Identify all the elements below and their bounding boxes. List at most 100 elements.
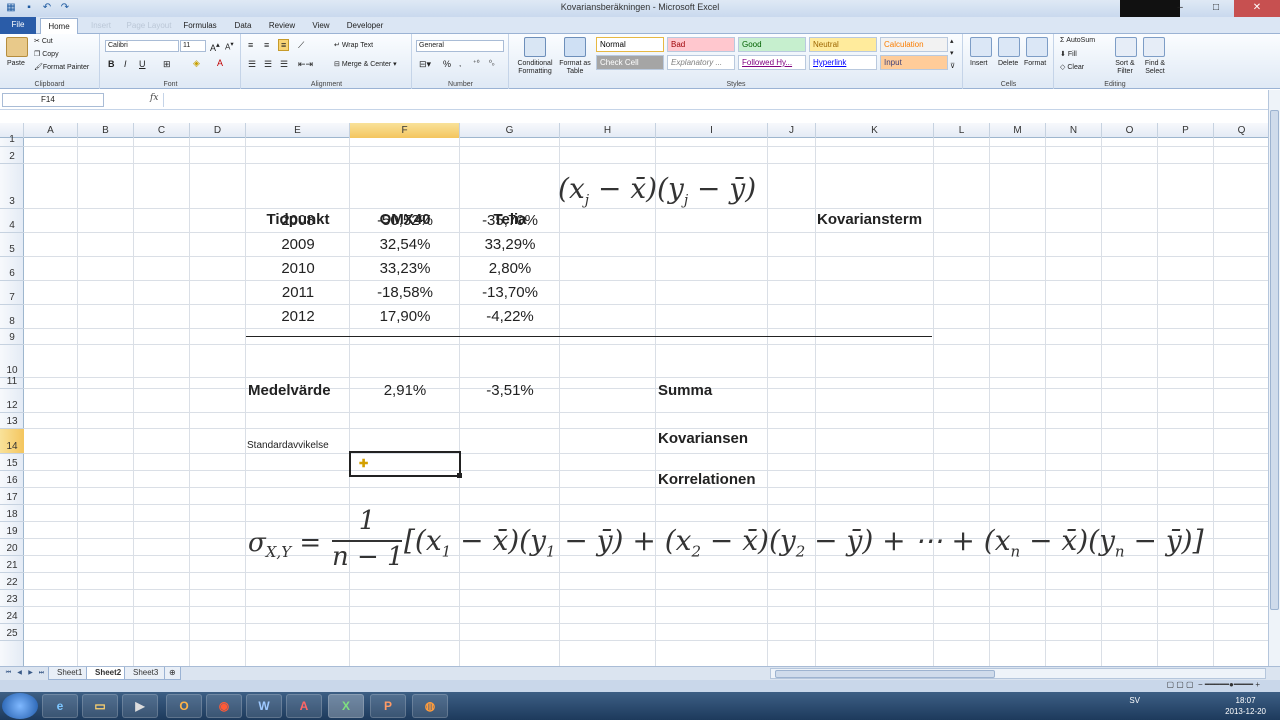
row-header-10[interactable]: 10 — [0, 345, 24, 378]
row-header-3[interactable]: 3 — [0, 164, 24, 209]
row-header-1[interactable]: 1 — [0, 135, 24, 147]
fill-color-icon[interactable]: ◈ — [193, 58, 200, 69]
word-icon[interactable]: W — [246, 694, 282, 718]
insert-cells-icon[interactable] — [970, 37, 992, 57]
binoculars-icon[interactable] — [1143, 37, 1165, 57]
align-right-icon[interactable]: ☰ — [280, 59, 288, 70]
row-header-2[interactable]: 2 — [0, 147, 24, 164]
tab-insert[interactable]: Insert — [82, 18, 120, 34]
row-header-8[interactable]: 8 — [0, 305, 24, 329]
borders-icon[interactable]: ⊞ — [163, 59, 171, 70]
align-middle-icon[interactable]: ≡ — [264, 40, 269, 50]
name-box[interactable]: F14 — [2, 93, 104, 107]
delete-cells-icon[interactable] — [998, 37, 1020, 57]
cell-style-explanatory[interactable]: Explanatory ... — [667, 55, 735, 70]
row-header-11[interactable]: 11 — [0, 377, 24, 389]
cell-style-good[interactable]: Good — [738, 37, 806, 52]
vertical-scroll-thumb[interactable] — [1270, 110, 1279, 610]
paste-button[interactable]: Paste — [7, 60, 25, 67]
cell-style-followed-hy[interactable]: Followed Hy... — [738, 55, 806, 70]
tab-data[interactable]: Data — [226, 18, 260, 34]
tab-page-layout[interactable]: Page Layout — [124, 18, 174, 34]
row-header-13[interactable]: 13 — [0, 413, 24, 429]
tab-file[interactable]: File — [0, 17, 36, 34]
last-sheet-icon[interactable]: ⏭ — [37, 669, 46, 678]
column-header-d[interactable]: D — [190, 123, 246, 138]
ie-icon[interactable]: e — [42, 694, 78, 718]
find-select-button[interactable]: Find & Select — [1141, 60, 1169, 76]
column-header-m[interactable]: M — [990, 123, 1046, 138]
gallery-down-icon[interactable]: ▾ — [950, 49, 954, 57]
number-format-select[interactable]: General — [416, 40, 504, 52]
start-button-icon[interactable] — [2, 693, 38, 719]
close-icon[interactable]: ✕ — [1234, 0, 1280, 17]
wrap-text-button[interactable]: ↵ Wrap Text — [334, 41, 373, 49]
tab-review[interactable]: Review — [264, 18, 300, 34]
language-indicator[interactable]: SV — [1129, 696, 1140, 705]
insert-button[interactable]: Insert — [970, 60, 988, 67]
zoom-slider[interactable]: ▢ ▢ ▢ − ━━━━━●━━━━ + — [1166, 680, 1260, 689]
format-table-icon[interactable] — [564, 37, 586, 57]
column-header-f[interactable]: F — [350, 123, 460, 138]
cell-style-calculation[interactable]: Calculation — [880, 37, 948, 52]
first-sheet-icon[interactable]: ⏮ — [4, 669, 13, 678]
acrobat-icon[interactable]: A — [286, 694, 322, 718]
row-header-20[interactable]: 20 — [0, 539, 24, 556]
maximize-icon[interactable]: □ — [1198, 0, 1234, 17]
outlook-icon[interactable]: O — [166, 694, 202, 718]
explorer-icon[interactable]: ▭ — [82, 694, 118, 718]
format-table-button[interactable]: Format as Table — [558, 60, 592, 76]
row-header-23[interactable]: 23 — [0, 590, 24, 607]
conditional-formatting-button[interactable]: Conditional Formatting — [512, 60, 558, 76]
font-name-input[interactable]: Calibri — [105, 40, 179, 52]
column-header-g[interactable]: G — [460, 123, 560, 138]
column-header-i[interactable]: I — [656, 123, 768, 138]
sheet-tab-sheet1[interactable]: Sheet1 — [48, 667, 92, 680]
column-header-k[interactable]: K — [816, 123, 934, 138]
increase-decimal-icon[interactable]: ⁺⁰ — [473, 59, 480, 67]
cell-area[interactable]: Tidpunkt OMX40 Telia Kovariansterm (xj −… — [24, 138, 1268, 666]
tab-home[interactable]: Home — [40, 18, 78, 35]
align-center-icon[interactable]: ☰ — [264, 59, 272, 70]
format-cells-icon[interactable] — [1026, 37, 1048, 57]
sort-filter-button[interactable]: Sort & Filter — [1111, 60, 1139, 76]
excel-icon[interactable]: X — [328, 694, 364, 718]
row-header-4[interactable]: 4 — [0, 209, 24, 233]
formula-input[interactable] — [163, 93, 1263, 107]
media-player-icon[interactable]: ▶ — [122, 694, 158, 718]
row-header-5[interactable]: 5 — [0, 233, 24, 257]
column-header-e[interactable]: E — [246, 123, 350, 138]
gallery-more-icon[interactable]: ⊽ — [950, 62, 955, 70]
cell-style-input[interactable]: Input — [880, 55, 948, 70]
column-header-a[interactable]: A — [24, 123, 78, 138]
column-header-b[interactable]: B — [78, 123, 134, 138]
column-header-o[interactable]: O — [1102, 123, 1158, 138]
row-header-19[interactable]: 19 — [0, 522, 24, 539]
fill-button[interactable]: ⬇ Fill — [1060, 50, 1077, 58]
underline-button[interactable]: U — [139, 59, 146, 69]
horizontal-scroll-thumb[interactable] — [775, 670, 995, 678]
italic-button[interactable]: I — [124, 59, 127, 69]
delete-button[interactable]: Delete — [998, 60, 1018, 67]
worksheet-grid[interactable]: ABCDEFGHIJKLMNOPQ 1 2 3 4 5 6 7 8 9 10 11 12 13 14 15 1… — [0, 114, 1268, 666]
row-header-21[interactable]: 21 — [0, 556, 24, 573]
chrome-icon[interactable]: ◉ — [206, 694, 242, 718]
column-header-h[interactable]: H — [560, 123, 656, 138]
row-header-15[interactable]: 15 — [0, 454, 24, 471]
column-header-p[interactable]: P — [1158, 123, 1214, 138]
row-header-24[interactable]: 24 — [0, 607, 24, 624]
font-color-icon[interactable]: A — [217, 58, 223, 68]
row-header-17[interactable]: 17 — [0, 488, 24, 505]
cell-style-check-cell[interactable]: Check Cell — [596, 55, 664, 70]
font-size-input[interactable]: 11 — [180, 40, 206, 52]
column-header-l[interactable]: L — [934, 123, 990, 138]
clock[interactable]: 18:07 2013-12-20 — [1225, 695, 1266, 717]
firefox-icon[interactable]: ◍ — [412, 694, 448, 718]
clear-button[interactable]: ◇ Clear — [1060, 63, 1084, 71]
format-button[interactable]: Format — [1024, 60, 1046, 67]
vertical-scrollbar[interactable] — [1268, 90, 1280, 666]
next-sheet-icon[interactable]: ▶ — [26, 669, 35, 678]
orientation-icon[interactable]: ⟋ — [298, 40, 304, 51]
column-header-n[interactable]: N — [1046, 123, 1102, 138]
row-header-6[interactable]: 6 — [0, 257, 24, 281]
